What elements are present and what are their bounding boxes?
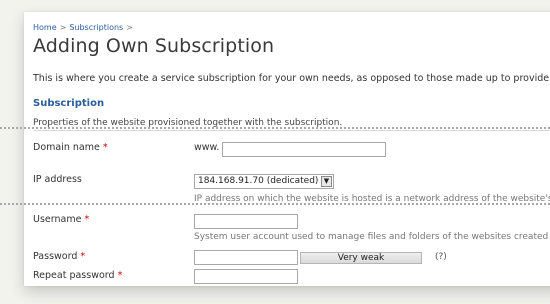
breadcrumb-home[interactable]: Home xyxy=(33,23,57,32)
dotted-guide-line xyxy=(0,203,550,205)
password-help-link[interactable]: (?) xyxy=(435,252,447,262)
password-label: Password * xyxy=(33,251,85,262)
page-intro-text: This is where you create a service subsc… xyxy=(33,73,550,84)
breadcrumb-subscriptions[interactable]: Subscriptions xyxy=(69,23,123,32)
required-marker: * xyxy=(117,270,123,281)
password-input[interactable] xyxy=(194,250,298,265)
username-label: Username * xyxy=(33,214,89,225)
password-strength-meter: Very weak xyxy=(300,252,422,264)
ip-address-label-text: IP address xyxy=(33,174,82,185)
required-marker: * xyxy=(80,251,86,262)
ip-address-label: IP address xyxy=(33,174,82,185)
dotted-guide-line xyxy=(0,127,550,129)
domain-name-input[interactable] xyxy=(222,142,386,157)
domain-name-label: Domain name * xyxy=(33,142,108,153)
password-label-text: Password xyxy=(33,251,78,262)
breadcrumb-separator: > xyxy=(59,23,67,32)
ip-address-selected-value: 184.168.91.70 (dedicated) xyxy=(198,176,319,186)
required-marker: * xyxy=(102,142,108,153)
section-title: Subscription xyxy=(33,98,105,109)
breadcrumb: Home > Subscriptions > xyxy=(33,23,136,32)
username-label-text: Username xyxy=(33,214,82,225)
username-input[interactable] xyxy=(194,214,298,229)
ip-address-select[interactable]: 184.168.91.70 (dedicated) ▼ xyxy=(194,174,334,189)
repeat-password-input[interactable] xyxy=(194,269,298,284)
repeat-password-label: Repeat password * xyxy=(33,270,122,281)
breadcrumb-separator: > xyxy=(126,23,133,32)
repeat-password-label-text: Repeat password xyxy=(33,270,115,281)
subscription-form-panel: Home > Subscriptions > Adding Own Subscript… xyxy=(24,12,550,286)
domain-prefix: www. xyxy=(194,142,220,153)
domain-name-label-text: Domain name xyxy=(33,142,100,153)
page-title: Adding Own Subscription xyxy=(33,35,275,57)
username-hint: System user account used to manage files… xyxy=(194,232,550,242)
chevron-down-icon[interactable]: ▼ xyxy=(321,176,332,187)
required-marker: * xyxy=(84,214,90,225)
section-divider xyxy=(33,130,550,131)
